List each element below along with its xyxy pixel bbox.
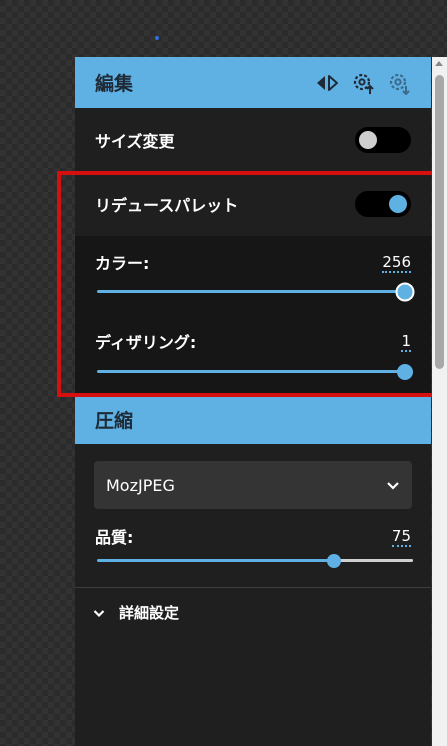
edit-section-header: 編集 <box>75 57 431 108</box>
settings-upload-icon[interactable] <box>351 71 375 95</box>
resize-label: サイズ変更 <box>95 132 175 151</box>
resize-toggle[interactable] <box>355 127 411 153</box>
compress-section-header: 圧縮 <box>75 394 431 444</box>
highlight-box <box>57 171 441 397</box>
quality-slider-track[interactable] <box>97 553 413 568</box>
edit-section-title: 編集 <box>95 73 134 95</box>
options-panel: 編集 サイズ変更 リデュースパレット カラー: 256 ディザリング: 1 圧縮… <box>75 57 431 746</box>
scroll-up-arrow-icon[interactable] <box>435 61 443 66</box>
compress-section-title: 圧縮 <box>95 409 134 432</box>
chevron-down-icon <box>386 476 400 495</box>
advanced-settings-toggle[interactable]: 詳細設定 <box>75 587 431 637</box>
resize-toggle-knob <box>359 131 377 149</box>
header-icon-group <box>315 71 411 95</box>
quality-value[interactable]: 75 <box>391 528 411 547</box>
scrollbar[interactable] <box>432 57 447 746</box>
scrollbar-thumb[interactable] <box>435 75 444 369</box>
quality-slider-rest <box>334 559 413 562</box>
codec-selected-value: MozJPEG <box>106 475 175 495</box>
advanced-settings-label: 詳細設定 <box>119 604 180 622</box>
quality-label: 品質: <box>95 528 134 547</box>
quality-slider-thumb[interactable] <box>327 553 341 568</box>
split-view-icon[interactable] <box>315 74 339 92</box>
quality-slider-block: 品質: 75 <box>75 509 431 587</box>
settings-download-icon[interactable] <box>387 71 411 95</box>
resize-row: サイズ変更 <box>75 108 431 172</box>
cursor-dot <box>155 36 159 40</box>
chevron-down-icon <box>93 604 105 622</box>
codec-select[interactable]: MozJPEG <box>94 461 412 509</box>
